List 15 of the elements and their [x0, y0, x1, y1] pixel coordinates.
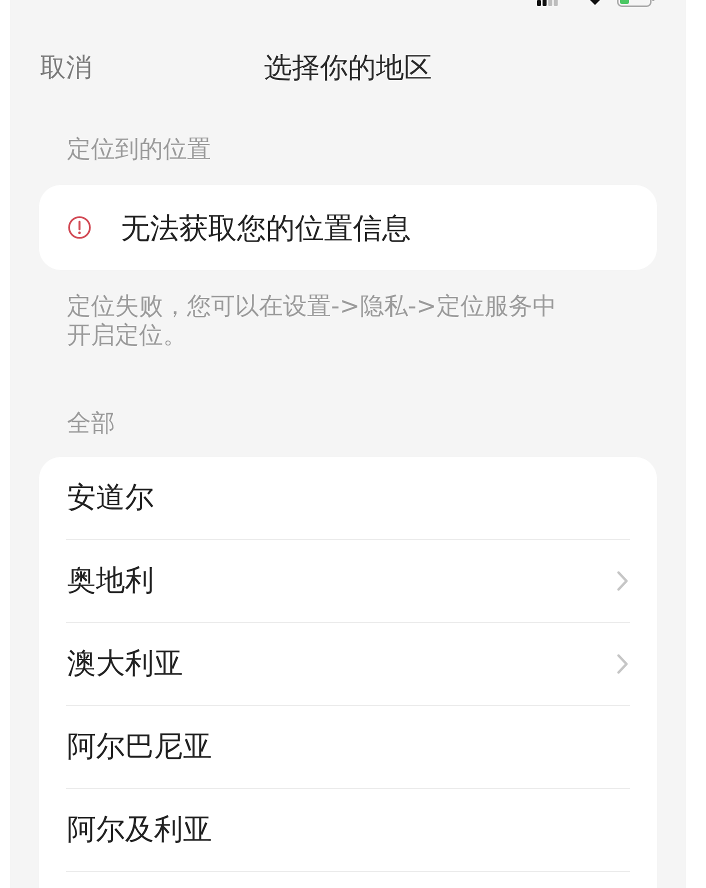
region-item[interactable]: 阿尔巴尼亚	[66, 706, 630, 789]
wifi-icon	[590, 0, 600, 5]
status-message: 无法获取您的位置信息	[121, 210, 411, 246]
region-item[interactable]: 安道尔	[66, 457, 630, 540]
section-label: 定位到的位置	[67, 134, 211, 164]
section-label: 全部	[67, 408, 115, 438]
signal-icon	[537, 0, 558, 6]
region-item[interactable]: 澳大利亚	[66, 623, 630, 706]
region-item[interactable]: 阿尔及利亚	[66, 789, 630, 872]
page-title: 选择你的地区	[264, 51, 432, 85]
alert-icon	[68, 216, 91, 239]
battery-icon	[617, 0, 655, 7]
region-item[interactable]: 奥地利	[66, 540, 630, 623]
cancel-button[interactable]: 取消	[40, 52, 92, 84]
hint-text: 定位失败，您可以在设置->隐私->定位服务中开启定位。	[67, 292, 558, 350]
